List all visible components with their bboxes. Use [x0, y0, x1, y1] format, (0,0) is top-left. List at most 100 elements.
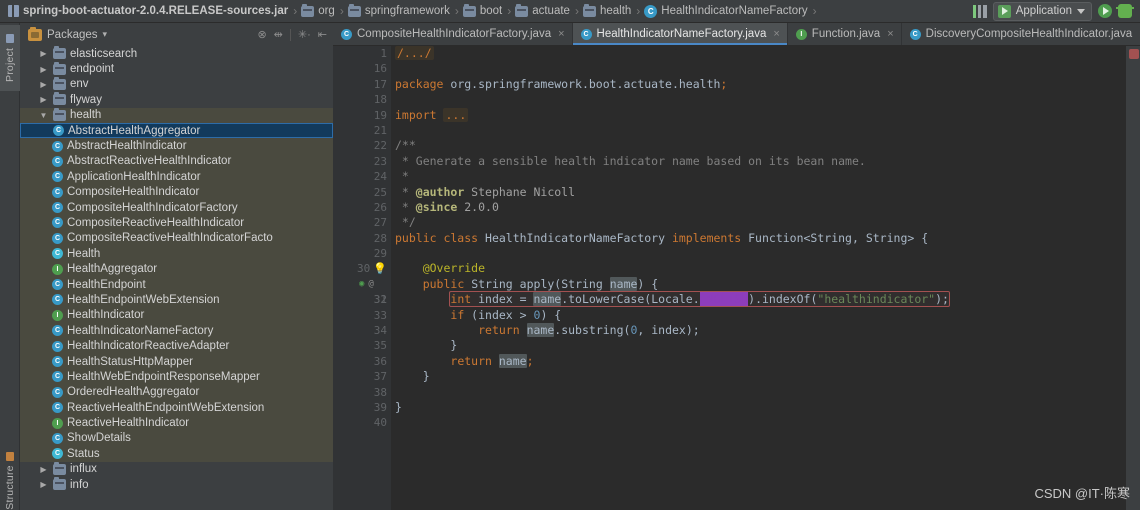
code-line[interactable]	[395, 385, 1126, 400]
import-fold[interactable]: ...	[443, 107, 469, 122]
tree-item-abstractreactivehealthindicator[interactable]: C AbstractReactiveHealthIndicator	[20, 153, 333, 170]
code-line[interactable]: return name.substring(0, index);	[395, 323, 1126, 338]
code-line[interactable]: public class HealthIndicatorNameFactory …	[395, 231, 1126, 246]
tree-item-endpoint[interactable]: ▶ endpoint	[20, 61, 333, 76]
tree-item-healthendpointwebextension[interactable]: C HealthEndpointWebExtension	[20, 292, 333, 308]
hide-panel-icon[interactable]: ⇤	[318, 28, 327, 41]
close-icon[interactable]: ×	[887, 28, 893, 40]
breadcrumb-boot[interactable]: boot	[461, 3, 505, 18]
run-icon[interactable]	[1098, 4, 1112, 18]
code-line[interactable]: */	[395, 215, 1126, 230]
tree-item-abstracthealthaggregator[interactable]: C AbstractHealthAggregator	[20, 122, 333, 139]
collapse-all-icon[interactable]: ⊗	[257, 28, 266, 41]
tree-item-healthindicatornamefactory[interactable]: C HealthIndicatorNameFactory	[20, 323, 333, 339]
code-line[interactable]: }	[395, 338, 1126, 353]
editor-tab-function[interactable]: I Function.java ×	[787, 23, 902, 45]
tool-window-tab-project[interactable]: Project	[0, 25, 20, 91]
debug-icon[interactable]	[1116, 4, 1134, 18]
code-line[interactable]: }	[395, 400, 1126, 415]
tree-item-info[interactable]: ▶ info	[20, 477, 333, 492]
code-editor[interactable]: 1 16 17 18 19 21 22 23 24 25 26 27 28 29 💡 30 ◉ @31 32 33 34…	[333, 46, 1140, 510]
tree-expand-arrow-icon[interactable]: ▶	[38, 49, 49, 58]
expand-all-icon[interactable]: ⇹	[274, 28, 283, 41]
code-line[interactable]: package org.springframework.boot.actuate…	[395, 77, 1126, 92]
breadcrumb-actuate[interactable]: actuate	[513, 3, 573, 18]
intention-bulb-icon[interactable]: 💡	[370, 261, 387, 276]
code-line[interactable]: * @since 2.0.0	[395, 200, 1126, 215]
code-line[interactable]	[395, 123, 1126, 138]
code-line[interactable]	[395, 246, 1126, 261]
fold-placeholder[interactable]: /.../	[395, 46, 434, 60]
tree-item-applicationhealthindicator[interactable]: C ApplicationHealthIndicator	[20, 169, 333, 185]
close-icon[interactable]: ×	[773, 28, 779, 40]
code-line[interactable]: * @author Stephane Nicoll	[395, 185, 1126, 200]
code-line[interactable]: * Generate a sensible health indicator n…	[395, 154, 1126, 169]
code-line[interactable]: }	[395, 369, 1126, 384]
breadcrumb-health[interactable]: health	[581, 3, 634, 18]
tree-item-healthendpoint[interactable]: C HealthEndpoint	[20, 276, 333, 293]
breadcrumb-springframework[interactable]: springframework	[346, 3, 453, 18]
project-tree[interactable]: ▶ elasticsearch ▶ endpoint ▶ env ▶ flyway ▼ healt…	[20, 46, 333, 510]
annotation-marker-icon[interactable]: @	[364, 277, 373, 292]
editor-tab-compositehealthindicatorfactory[interactable]: C CompositeHealthIndicatorFactory.java ×	[333, 23, 573, 45]
editor-vertical-scrollbar[interactable]	[1126, 46, 1140, 510]
tool-window-tab-structure[interactable]: 2: Structure	[0, 448, 20, 510]
tree-item-showdetails[interactable]: C ShowDetails	[20, 430, 333, 447]
code-line[interactable]	[395, 92, 1126, 107]
editor-tab-discoverycompositehealthindicator[interactable]: CDiscoveryCompositeHealthIndicator.java×	[901, 23, 1140, 45]
code-line[interactable]: public String apply(String name) {	[395, 276, 1126, 292]
tree-item-health[interactable]: C Health	[20, 246, 333, 262]
code-line[interactable]: *	[395, 169, 1126, 184]
override-marker-icon[interactable]: ◉	[333, 277, 364, 292]
code-line[interactable]: @Override	[395, 261, 1126, 276]
editor-tab-healthindicatornamefactory[interactable]: C HealthIndicatorNameFactory.java ×	[572, 23, 788, 45]
tree-item-abstracthealthindicator[interactable]: C AbstractHealthIndicator	[20, 138, 333, 154]
tree-item-orderedhealthaggregator[interactable]: C OrderedHealthAggregator	[20, 384, 333, 400]
tree-item-status[interactable]: C Status	[20, 446, 333, 462]
tree-item-reactivehealthendpointwebextension[interactable]: C ReactiveHealthEndpointWebExtension	[20, 399, 333, 416]
tree-item-health[interactable]: ▼ health	[20, 107, 333, 123]
breadcrumb-org[interactable]: org	[299, 3, 338, 18]
tree-item-healthwebendpointresponsemapper[interactable]: C HealthWebEndpointResponseMapper	[20, 369, 333, 385]
structure-tab-label: 2: Structure	[4, 465, 16, 510]
code-line[interactable]	[395, 415, 1126, 430]
tree-item-reactivehealthindicator[interactable]: I ReactiveHealthIndicator	[20, 415, 333, 431]
tree-expand-arrow-icon[interactable]: ▶	[38, 465, 49, 474]
code-line[interactable]: import ...	[395, 107, 1126, 123]
tree-item-healthindicator[interactable]: I HealthIndicator	[20, 307, 333, 324]
settings-gear-icon[interactable]: ✳·	[298, 28, 311, 41]
run-configuration-selector[interactable]: Application	[992, 1, 1092, 21]
tree-item-healthindicatorreactiveadapter[interactable]: C HealthIndicatorReactiveAdapter	[20, 338, 333, 354]
tree-expand-arrow-icon[interactable]: ▶	[38, 95, 49, 104]
tree-item-compositereactivehealthindicator[interactable]: C CompositeReactiveHealthIndicator	[20, 215, 333, 231]
tree-item-healthaggregator[interactable]: I HealthAggregator	[20, 261, 333, 277]
tree-item-env[interactable]: ▶ env	[20, 76, 333, 92]
editor-gutter[interactable]: 1 16 17 18 19 21 22 23 24 25 26 27 28 29 💡 30 ◉ @31 32 33 34…	[333, 46, 391, 510]
tree-item-flyway[interactable]: ▶ flyway	[20, 92, 333, 107]
tree-expand-arrow-icon[interactable]: ▶	[38, 480, 49, 489]
tree-expand-arrow-icon[interactable]: ▶	[38, 65, 49, 74]
tree-item-compositehealthindicatorfactory[interactable]: C CompositeHealthIndicatorFactory	[20, 199, 333, 216]
code-line[interactable]: /.../	[395, 46, 1126, 61]
chevron-down-icon[interactable]: ▾	[103, 29, 108, 40]
project-view-title[interactable]: Packages	[47, 29, 98, 41]
close-icon[interactable]: ×	[558, 28, 564, 40]
tree-item-healthstatushttpmapper[interactable]: C HealthStatusHttpMapper	[20, 353, 333, 370]
breadcrumb-jar[interactable]: spring-boot-actuator-2.0.4.RELEASE-sourc…	[6, 4, 291, 18]
editor-text[interactable]: /.../ package org.springframework.boot.a…	[391, 46, 1126, 510]
tree-item-influx[interactable]: ▶ influx	[20, 461, 333, 477]
layout-icon[interactable]	[972, 4, 987, 18]
tree-item-elasticsearch[interactable]: ▶ elasticsearch	[20, 46, 333, 61]
tree-item-compositehealthindicator[interactable]: C CompositeHealthIndicator	[20, 184, 333, 200]
code-line[interactable]: /**	[395, 138, 1126, 153]
code-line[interactable]: int index = name.toLowerCase(Locale.ENGL…	[395, 291, 1126, 308]
code-line[interactable]: if (index > 0) {	[395, 308, 1126, 323]
tree-expand-arrow-icon[interactable]: ▶	[38, 80, 49, 89]
breadcrumb-class[interactable]: C HealthIndicatorNameFactory	[642, 4, 810, 19]
tree-collapse-arrow-icon[interactable]: ▼	[38, 111, 49, 120]
class-icon: C	[52, 340, 63, 352]
error-stripe-marker[interactable]	[1129, 49, 1139, 59]
code-line[interactable]	[395, 61, 1126, 76]
tree-item-compositereactivehealthindicatorfacto[interactable]: C CompositeReactiveHealthIndicatorFacto	[20, 230, 333, 247]
code-line[interactable]: return name;	[395, 353, 1126, 369]
